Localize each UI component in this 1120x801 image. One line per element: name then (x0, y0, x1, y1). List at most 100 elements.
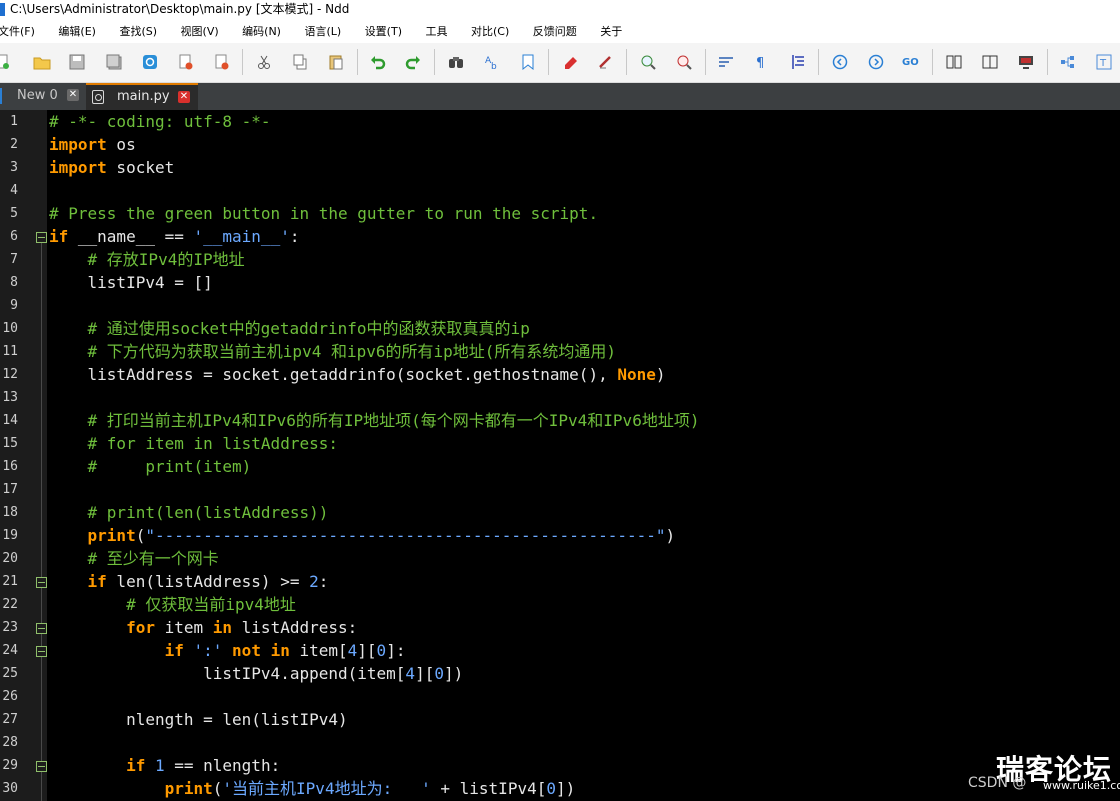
close-icon[interactable]: ✕ (178, 91, 190, 103)
fold-marker[interactable] (36, 646, 47, 657)
save-icon[interactable] (67, 52, 87, 72)
code-line-1[interactable]: # -*- coding: utf-8 -*- (49, 110, 271, 133)
menu-search[interactable]: 查找(S) (119, 20, 157, 43)
code-line-20[interactable]: # 至少有一个网卡 (49, 547, 219, 570)
tab-new-0[interactable]: New 0 ✕ (0, 83, 86, 110)
tab-bar: New 0 ✕ main.py ✕ (0, 83, 1120, 112)
line-number: 13 (2, 390, 18, 405)
window-title: C:\Users\Administrator\Desktop\main.py [… (10, 2, 350, 16)
menu-file[interactable]: 文件(F) (0, 20, 35, 43)
line-number: 24 (2, 643, 18, 658)
tab-main-py[interactable]: main.py ✕ (86, 83, 198, 110)
code-line-18[interactable]: # print(len(listAddress)) (49, 501, 329, 524)
code-line-3[interactable]: import socket (49, 156, 174, 179)
fold-marker[interactable] (36, 623, 47, 634)
line-number: 6 (10, 229, 18, 244)
clear-mark-icon[interactable] (596, 52, 616, 72)
close-icon[interactable] (176, 52, 196, 72)
tab-label: main.py (117, 89, 170, 104)
code-editor[interactable]: 1 2 3 4 5 6 7 8 9 10 11 12 13 14 15 16 1… (0, 110, 1120, 801)
bracket-icon[interactable]: T (1094, 52, 1114, 72)
line-number: 26 (2, 689, 18, 704)
menu-tools[interactable]: 工具 (426, 20, 448, 43)
line-number: 27 (2, 712, 18, 727)
code-line-10[interactable]: # 通过使用socket中的getaddrinfo中的函数获取真真的ip (49, 317, 530, 340)
fold-marker[interactable] (36, 761, 47, 772)
code-line-19[interactable]: print("---------------------------------… (49, 524, 676, 547)
menu-bar: 文件(F) 编辑(E) 查找(S) 视图(V) 编码(N) 语言(L) 设置(T… (0, 20, 1120, 43)
bookmark-icon[interactable] (518, 52, 538, 72)
copy-icon[interactable] (290, 52, 310, 72)
code-line-24[interactable]: if ':' not in item[4][0]: (49, 639, 406, 662)
code-line-21[interactable]: if len(listAddress) >= 2: (49, 570, 329, 593)
code-line-8[interactable]: listIPv4 = [] (49, 271, 213, 294)
zoom-out-icon[interactable] (674, 52, 694, 72)
code-line-30[interactable]: print('当前主机IPv4地址为: ' + listIPv4[0]) (49, 777, 576, 800)
code-line-7[interactable]: # 存放IPv4的IP地址 (49, 248, 245, 271)
new-file-icon[interactable] (0, 52, 12, 72)
line-number: 18 (2, 505, 18, 520)
paste-icon[interactable] (326, 52, 346, 72)
indent-guide-icon[interactable] (788, 52, 808, 72)
file-icon (92, 90, 104, 104)
split-view-icon[interactable] (980, 52, 1000, 72)
monitor-icon[interactable] (1016, 52, 1036, 72)
line-number: 10 (2, 321, 18, 336)
goto-icon[interactable]: GO (901, 52, 921, 72)
line-number: 29 (2, 758, 18, 773)
compare-icon[interactable] (944, 52, 964, 72)
code-line-15[interactable]: # for item in listAddress: (49, 432, 338, 455)
code-line-12[interactable]: listAddress = socket.getaddrinfo(socket.… (49, 363, 666, 386)
line-number: 30 (2, 781, 18, 796)
menu-edit[interactable]: 编辑(E) (58, 20, 96, 43)
undo-icon[interactable] (368, 52, 388, 72)
find-icon[interactable] (446, 52, 466, 72)
wrap-icon[interactable] (716, 52, 736, 72)
line-number: 4 (10, 183, 18, 198)
code-line-16[interactable]: # print(item) (49, 455, 252, 478)
line-number: 28 (2, 735, 18, 750)
line-number: 2 (10, 137, 18, 152)
menu-compare[interactable]: 对比(C) (471, 20, 509, 43)
menu-settings[interactable]: 设置(T) (365, 20, 402, 43)
fold-marker[interactable] (36, 577, 47, 588)
line-number: 7 (10, 252, 18, 267)
mark-icon[interactable] (561, 52, 581, 72)
code-line-6[interactable]: if __name__ == '__main__': (49, 225, 299, 248)
code-line-23[interactable]: for item in listAddress: (49, 616, 357, 639)
next-icon[interactable] (866, 52, 886, 72)
zoom-in-icon[interactable] (638, 52, 658, 72)
line-number: 17 (2, 482, 18, 497)
open-folder-icon[interactable] (32, 52, 52, 72)
code-line-25[interactable]: listIPv4.append(item[4][0]) (49, 662, 463, 685)
code-line-11[interactable]: # 下方代码为获取当前主机ipv4 和ipv6的所有ip地址(所有系统均通用) (49, 340, 617, 363)
prev-icon[interactable] (830, 52, 850, 72)
fold-marker[interactable] (36, 232, 47, 243)
line-number: 21 (2, 574, 18, 589)
svg-text:T: T (1099, 58, 1107, 69)
menu-about[interactable]: 关于 (600, 20, 622, 43)
menu-view[interactable]: 视图(V) (181, 20, 219, 43)
close-all-icon[interactable] (212, 52, 232, 72)
close-icon[interactable]: ✕ (67, 89, 79, 101)
line-number: 12 (2, 367, 18, 382)
code-line-22[interactable]: # 仅获取当前ipv4地址 (49, 593, 296, 616)
paragraph-icon[interactable]: ¶ (751, 52, 771, 72)
code-line-5[interactable]: # Press the green button in the gutter t… (49, 202, 598, 225)
browser-icon[interactable] (140, 52, 160, 72)
menu-encoding[interactable]: 编码(N) (242, 20, 281, 43)
code-line-29[interactable]: if 1 == nlength: (49, 754, 280, 777)
code-line-14[interactable]: # 打印当前主机IPv4和IPv6的所有IP地址项(每个网卡都有一个IPv4和I… (49, 409, 700, 432)
cut-icon[interactable] (254, 52, 274, 72)
line-number: 14 (2, 413, 18, 428)
code-line-2[interactable]: import os (49, 133, 136, 156)
redo-icon[interactable] (403, 52, 423, 72)
tree-icon[interactable] (1058, 52, 1078, 72)
replace-icon[interactable]: Ab (482, 52, 502, 72)
code-line-27[interactable]: nlength = len(listIPv4) (49, 708, 348, 731)
line-number: 22 (2, 597, 18, 612)
svg-text:GO: GO (902, 57, 919, 68)
save-all-icon[interactable] (104, 52, 124, 72)
menu-language[interactable]: 语言(L) (304, 20, 341, 43)
menu-feedback[interactable]: 反馈问题 (533, 20, 577, 43)
